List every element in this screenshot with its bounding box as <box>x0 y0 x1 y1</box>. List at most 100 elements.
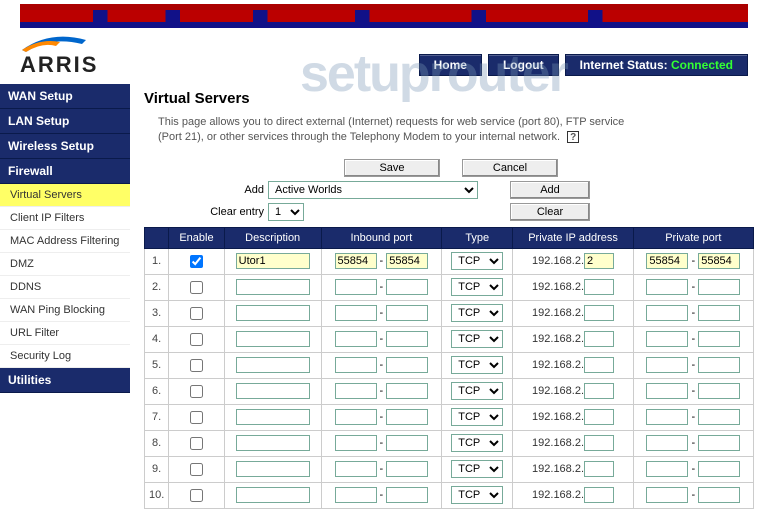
enable-checkbox[interactable] <box>190 255 203 268</box>
ip-suffix-input[interactable] <box>584 383 614 399</box>
clear-button[interactable]: Clear <box>510 203 590 221</box>
ip-suffix-input[interactable] <box>584 435 614 451</box>
sidebar-section[interactable]: Wireless Setup <box>0 134 130 159</box>
enable-checkbox[interactable] <box>190 281 203 294</box>
inbound-to-input[interactable] <box>386 435 428 451</box>
sidebar-item[interactable]: Client IP Filters <box>0 207 130 230</box>
enable-checkbox[interactable] <box>190 437 203 450</box>
description-input[interactable] <box>236 487 310 503</box>
inbound-from-input[interactable] <box>335 461 377 477</box>
inbound-to-input[interactable] <box>386 331 428 347</box>
private-to-input[interactable] <box>698 253 740 269</box>
description-input[interactable] <box>236 357 310 373</box>
enable-checkbox[interactable] <box>190 359 203 372</box>
inbound-to-input[interactable] <box>386 305 428 321</box>
sidebar-item[interactable]: Security Log <box>0 345 130 368</box>
inbound-to-input[interactable] <box>386 253 428 269</box>
type-select[interactable]: TCP <box>451 382 503 400</box>
nav-home[interactable]: Home <box>419 54 482 76</box>
sidebar-section[interactable]: Utilities <box>0 368 130 393</box>
sidebar-section[interactable]: Firewall <box>0 159 130 184</box>
ip-suffix-input[interactable] <box>584 331 614 347</box>
private-from-input[interactable] <box>646 279 688 295</box>
sidebar-item[interactable]: WAN Ping Blocking <box>0 299 130 322</box>
sidebar-item[interactable]: DMZ <box>0 253 130 276</box>
private-to-input[interactable] <box>698 461 740 477</box>
description-input[interactable] <box>236 409 310 425</box>
private-to-input[interactable] <box>698 435 740 451</box>
enable-checkbox[interactable] <box>190 385 203 398</box>
enable-checkbox[interactable] <box>190 411 203 424</box>
enable-checkbox[interactable] <box>190 489 203 502</box>
sidebar-item[interactable]: Virtual Servers <box>0 184 130 207</box>
type-select[interactable]: TCP <box>451 434 503 452</box>
private-from-input[interactable] <box>646 435 688 451</box>
type-select[interactable]: TCP <box>451 356 503 374</box>
description-input[interactable] <box>236 305 310 321</box>
ip-suffix-input[interactable] <box>584 305 614 321</box>
help-icon[interactable]: ? <box>567 131 579 143</box>
description-input[interactable] <box>236 331 310 347</box>
private-from-input[interactable] <box>646 253 688 269</box>
inbound-from-input[interactable] <box>335 253 377 269</box>
private-to-input[interactable] <box>698 279 740 295</box>
type-select[interactable]: TCP <box>451 408 503 426</box>
description-input[interactable] <box>236 435 310 451</box>
description-input[interactable] <box>236 461 310 477</box>
private-from-input[interactable] <box>646 331 688 347</box>
ip-suffix-input[interactable] <box>584 409 614 425</box>
inbound-from-input[interactable] <box>335 279 377 295</box>
description-input[interactable] <box>236 253 310 269</box>
ip-suffix-input[interactable] <box>584 253 614 269</box>
inbound-to-input[interactable] <box>386 357 428 373</box>
ip-suffix-input[interactable] <box>584 487 614 503</box>
private-to-input[interactable] <box>698 383 740 399</box>
type-select[interactable]: TCP <box>451 278 503 296</box>
inbound-to-input[interactable] <box>386 279 428 295</box>
type-select[interactable]: TCP <box>451 304 503 322</box>
nav-logout[interactable]: Logout <box>488 54 559 76</box>
enable-checkbox[interactable] <box>190 463 203 476</box>
inbound-to-input[interactable] <box>386 409 428 425</box>
inbound-from-input[interactable] <box>335 357 377 373</box>
cancel-button[interactable]: Cancel <box>462 159 558 177</box>
save-button[interactable]: Save <box>344 159 440 177</box>
private-from-input[interactable] <box>646 383 688 399</box>
private-to-input[interactable] <box>698 409 740 425</box>
type-select[interactable]: TCP <box>451 252 503 270</box>
add-service-select[interactable]: Active Worlds <box>268 181 478 199</box>
enable-checkbox[interactable] <box>190 307 203 320</box>
private-to-input[interactable] <box>698 357 740 373</box>
inbound-to-input[interactable] <box>386 461 428 477</box>
sidebar-item[interactable]: URL Filter <box>0 322 130 345</box>
inbound-from-input[interactable] <box>335 331 377 347</box>
add-button[interactable]: Add <box>510 181 590 199</box>
clear-entry-select[interactable]: 1 <box>268 203 304 221</box>
ip-suffix-input[interactable] <box>584 279 614 295</box>
private-from-input[interactable] <box>646 305 688 321</box>
type-select[interactable]: TCP <box>451 330 503 348</box>
inbound-from-input[interactable] <box>335 487 377 503</box>
type-select[interactable]: TCP <box>451 486 503 504</box>
sidebar-section[interactable]: WAN Setup <box>0 84 130 109</box>
inbound-to-input[interactable] <box>386 487 428 503</box>
sidebar-section[interactable]: LAN Setup <box>0 109 130 134</box>
ip-suffix-input[interactable] <box>584 357 614 373</box>
private-to-input[interactable] <box>698 331 740 347</box>
inbound-from-input[interactable] <box>335 305 377 321</box>
sidebar-item[interactable]: MAC Address Filtering <box>0 230 130 253</box>
sidebar-item[interactable]: DDNS <box>0 276 130 299</box>
private-from-input[interactable] <box>646 461 688 477</box>
inbound-from-input[interactable] <box>335 409 377 425</box>
inbound-from-input[interactable] <box>335 383 377 399</box>
inbound-from-input[interactable] <box>335 435 377 451</box>
private-from-input[interactable] <box>646 357 688 373</box>
ip-suffix-input[interactable] <box>584 461 614 477</box>
description-input[interactable] <box>236 383 310 399</box>
inbound-to-input[interactable] <box>386 383 428 399</box>
description-input[interactable] <box>236 279 310 295</box>
private-from-input[interactable] <box>646 487 688 503</box>
type-select[interactable]: TCP <box>451 460 503 478</box>
private-to-input[interactable] <box>698 487 740 503</box>
enable-checkbox[interactable] <box>190 333 203 346</box>
